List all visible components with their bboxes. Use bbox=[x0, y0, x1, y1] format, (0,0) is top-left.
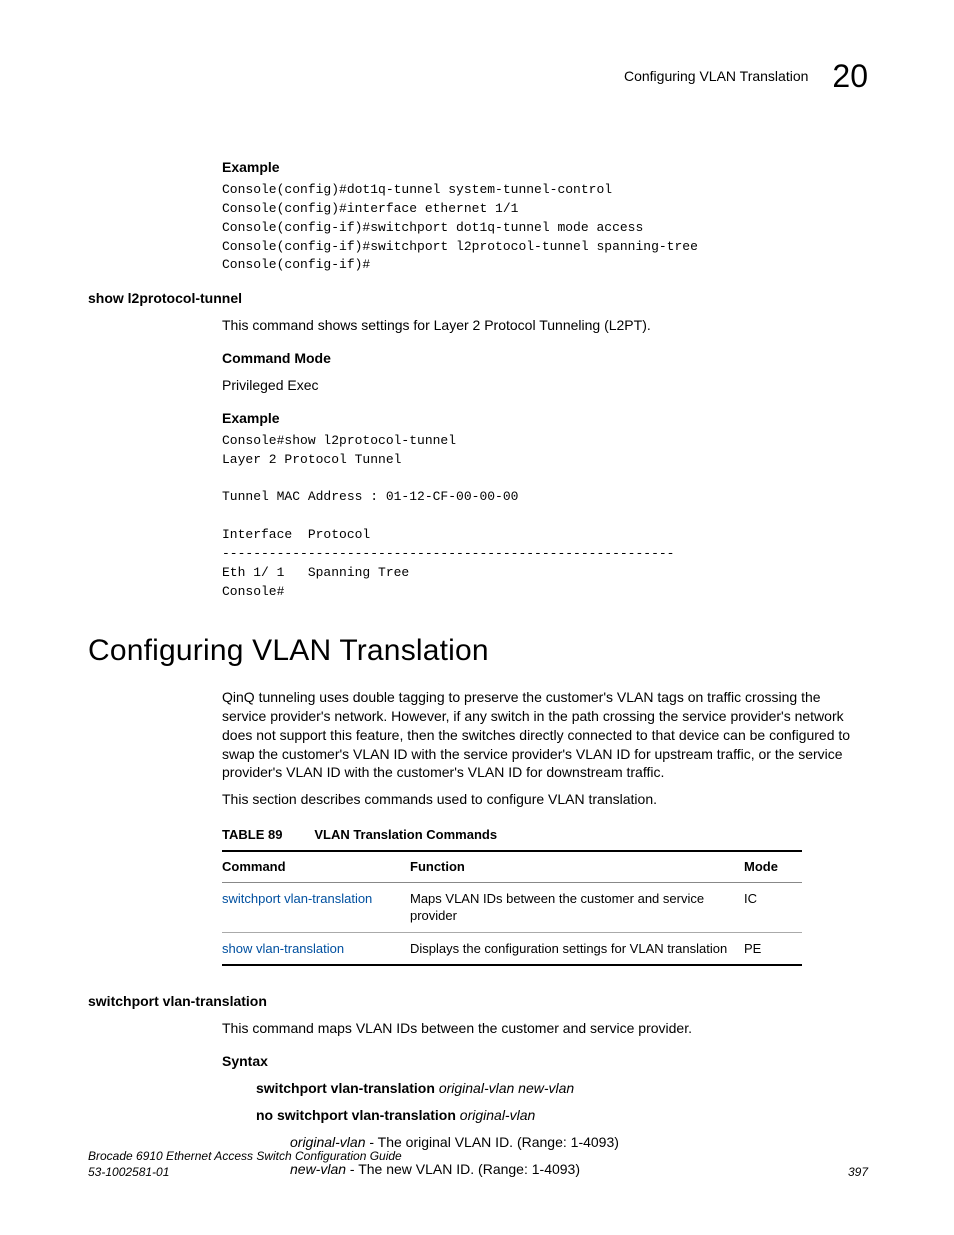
intro-paragraph-2: This section describes commands used to … bbox=[222, 790, 868, 809]
chapter-number: 20 bbox=[832, 55, 868, 98]
command-mode-value: Privileged Exec bbox=[222, 376, 868, 395]
table-label: TABLE 89 bbox=[222, 827, 282, 842]
page-body: Configuring VLAN Translation 20 Example … bbox=[88, 55, 868, 1187]
col-header-function: Function bbox=[410, 851, 744, 882]
table-row: show vlan-translation Displays the confi… bbox=[222, 932, 802, 965]
section-body: QinQ tunneling uses double tagging to pr… bbox=[222, 688, 868, 966]
footer-doc-number: 53-1002581-01 bbox=[88, 1164, 402, 1180]
footer-left: Brocade 6910 Ethernet Access Switch Conf… bbox=[88, 1148, 402, 1180]
cmd1-body: This command shows settings for Layer 2 … bbox=[222, 316, 868, 601]
syntax-line-2-args: original-vlan bbox=[460, 1107, 535, 1123]
syntax-line-1: switchport vlan-translation original-vla… bbox=[256, 1079, 868, 1098]
col-header-mode: Mode bbox=[744, 851, 802, 882]
intro-paragraph: QinQ tunneling uses double tagging to pr… bbox=[222, 688, 868, 782]
running-header: Configuring VLAN Translation 20 bbox=[88, 55, 868, 98]
example-code-1: Console(config)#dot1q-tunnel system-tunn… bbox=[222, 181, 868, 275]
example-heading-2: Example bbox=[222, 409, 868, 428]
table-cell-function: Displays the configuration settings for … bbox=[410, 932, 744, 965]
table-cell-function: Maps VLAN IDs between the customer and s… bbox=[410, 882, 744, 932]
section-title: Configuring VLAN Translation bbox=[88, 631, 868, 672]
link-show-vlan-translation[interactable]: show vlan-translation bbox=[222, 941, 344, 956]
running-header-title: Configuring VLAN Translation bbox=[624, 67, 808, 86]
syntax-line-1-args: original-vlan new-vlan bbox=[439, 1080, 574, 1096]
table-header-row: Command Function Mode bbox=[222, 851, 802, 882]
cmd2-description: This command maps VLAN IDs between the c… bbox=[222, 1019, 868, 1038]
example-block-1: Example Console(config)#dot1q-tunnel sys… bbox=[222, 158, 868, 275]
table-cell-mode: IC bbox=[744, 882, 802, 932]
command-heading-switchport-vlan-translation: switchport vlan-translation bbox=[88, 992, 868, 1011]
example-code-2: Console#show l2protocol-tunnel Layer 2 P… bbox=[222, 432, 868, 602]
syntax-heading: Syntax bbox=[222, 1052, 868, 1071]
table-row: switchport vlan-translation Maps VLAN ID… bbox=[222, 882, 802, 932]
link-switchport-vlan-translation[interactable]: switchport vlan-translation bbox=[222, 891, 372, 906]
example-heading: Example bbox=[222, 158, 868, 177]
command-heading-show-l2pt: show l2protocol-tunnel bbox=[88, 289, 868, 308]
table-caption: TABLE 89 VLAN Translation Commands bbox=[222, 825, 868, 844]
table-title: VLAN Translation Commands bbox=[314, 827, 497, 842]
command-mode-heading: Command Mode bbox=[222, 349, 868, 368]
col-header-command: Command bbox=[222, 851, 410, 882]
syntax-line-2-cmd: no switchport vlan-translation bbox=[256, 1107, 456, 1123]
vlan-translation-commands-table: Command Function Mode switchport vlan-tr… bbox=[222, 850, 802, 966]
footer-page-number: 397 bbox=[848, 1164, 868, 1180]
table-cell-mode: PE bbox=[744, 932, 802, 965]
syntax-line-2: no switchport vlan-translation original-… bbox=[256, 1106, 868, 1125]
cmd1-description: This command shows settings for Layer 2 … bbox=[222, 316, 868, 335]
footer-book-title: Brocade 6910 Ethernet Access Switch Conf… bbox=[88, 1148, 402, 1164]
syntax-line-1-cmd: switchport vlan-translation bbox=[256, 1080, 435, 1096]
page-footer: Brocade 6910 Ethernet Access Switch Conf… bbox=[88, 1148, 868, 1180]
